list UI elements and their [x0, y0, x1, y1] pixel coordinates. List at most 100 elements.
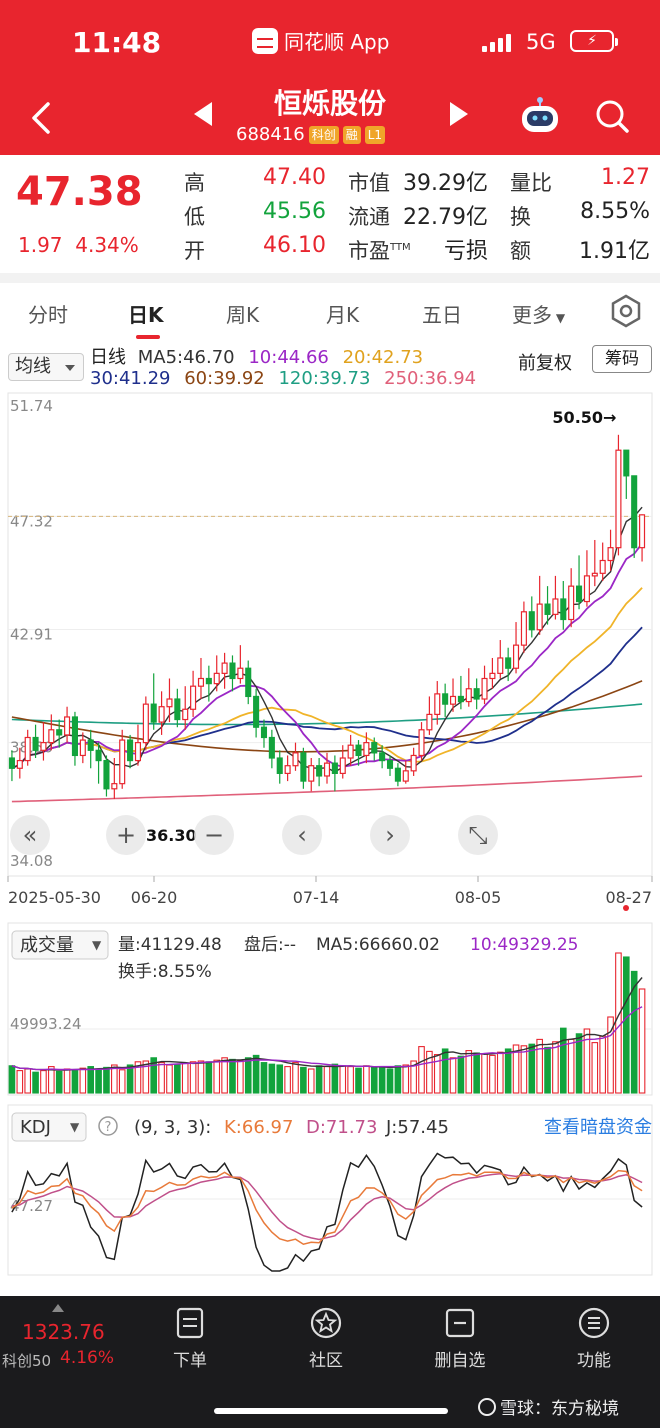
candle-up: [568, 585, 575, 621]
price-change: 1.97 4.34%: [18, 233, 139, 257]
caret-down-icon: ▼: [552, 311, 566, 325]
volume-ma10: 10:49329.25: [470, 935, 578, 955]
tab-more[interactable]: 更多 ▼: [512, 299, 565, 328]
volume-bar-up: [363, 1065, 370, 1094]
volume-bar-down: [559, 1027, 567, 1094]
volume-bar-down: [103, 1066, 110, 1094]
app-root: 11:48 同花顺 App 5G ⚡ 恒烁股份 688416 科创 融 L1 4…: [0, 0, 660, 1428]
chevron-left-icon: [32, 102, 50, 134]
status-app-label: 同花顺 App: [284, 30, 390, 54]
volume-bar-up: [237, 1060, 244, 1094]
volume-bar-up: [189, 1061, 197, 1094]
fullscreen-button-icon: ⤡: [468, 821, 487, 849]
tab-daily-k[interactable]: 日K: [128, 299, 164, 328]
candle-down: [253, 695, 260, 728]
candle-down: [245, 667, 252, 698]
settings-hexagon-icon[interactable]: [608, 293, 644, 329]
tab-five-day[interactable]: 五日: [422, 299, 462, 328]
volume-bar-up: [118, 1069, 126, 1094]
tab-intraday[interactable]: 分时: [28, 299, 68, 328]
candle-up: [308, 765, 315, 782]
dark-pool-link[interactable]: 查看暗盘资金: [544, 1117, 652, 1138]
candle-down: [87, 739, 94, 751]
candle-down: [442, 693, 449, 705]
kdj-params: (9, 3, 3):: [134, 1117, 211, 1138]
scroll-left-button-icon: «: [23, 821, 38, 849]
kdj-j-line: [11, 1152, 643, 1272]
candle-up: [363, 742, 370, 757]
tab-active-indicator: [136, 335, 160, 339]
volume-bar-down: [473, 1052, 480, 1094]
volume-bar-down: [71, 1070, 79, 1094]
zoom-out-button-icon: −: [204, 821, 224, 849]
nav-functions-button[interactable]: 功能: [554, 1306, 634, 1371]
current-date-dot: [623, 905, 629, 911]
candle-down: [205, 677, 212, 685]
volume-turnover: 换手:8.55%: [118, 962, 212, 982]
low-label: 低: [184, 205, 205, 229]
ma10-line: [11, 542, 643, 770]
tab-weekly-k[interactable]: 周K: [226, 299, 259, 328]
volume-bar-down: [252, 1054, 260, 1094]
snowball-logo-icon: [478, 1397, 496, 1416]
candle-down: [457, 695, 464, 703]
candle-up: [552, 598, 559, 615]
robot-assistant-icon[interactable]: [518, 96, 562, 134]
candle-up: [449, 695, 457, 705]
candle-down: [371, 742, 378, 754]
remove-watchlist-icon: [445, 1308, 475, 1338]
volume-bar-up: [339, 1065, 347, 1094]
turnover-value: 8.55%: [580, 199, 650, 224]
back-button[interactable]: [26, 98, 56, 138]
volume-bar-up: [536, 1038, 543, 1094]
nav-remove-watchlist-button[interactable]: 删自选: [420, 1306, 500, 1371]
volume-bar-down: [544, 1046, 551, 1094]
kdj-j: J:57.45: [385, 1117, 449, 1138]
amount-label: 额: [510, 239, 531, 263]
candle-up: [615, 449, 622, 549]
volume-value: 量:41129.48: [118, 935, 222, 955]
stock-code-row: 688416 科创 融 L1: [236, 124, 386, 145]
status-time: 11:48: [72, 26, 162, 59]
candle-up: [284, 765, 291, 775]
volume-bar-up: [449, 1057, 457, 1094]
next-bar-button-icon: ›: [385, 821, 395, 849]
home-indicator: [214, 1408, 448, 1414]
candle-up: [24, 736, 31, 762]
index-up-triangle-icon: [52, 1304, 64, 1312]
stock-code: 688416: [236, 124, 305, 145]
candle-up: [465, 688, 472, 703]
candle-up: [79, 739, 86, 757]
volume-bar-up: [40, 1070, 47, 1094]
prev-stock-button[interactable]: [194, 102, 212, 126]
candle-up: [48, 729, 55, 744]
candle-down: [394, 767, 401, 782]
volume-bar-up: [181, 1062, 189, 1094]
candle-up: [166, 698, 173, 708]
candle-up: [410, 754, 417, 772]
next-stock-button[interactable]: [450, 102, 468, 126]
kline-svg[interactable]: 51.7447.3242.9138.5034.0850.50→36.30« + − ‹…: [0, 341, 660, 1281]
volume-bar-down: [575, 1033, 583, 1094]
candle-up: [237, 667, 244, 680]
pe-label-text: 市盈: [348, 239, 390, 263]
nav-community-button[interactable]: 社区: [286, 1306, 366, 1371]
candle-down: [631, 475, 638, 549]
open-value: 46.10: [263, 233, 326, 258]
kdj-d: D:71.73: [306, 1117, 377, 1138]
candle-up: [339, 757, 346, 775]
index-value[interactable]: 1323.76: [22, 1320, 105, 1344]
tab-monthly-k[interactable]: 月K: [326, 299, 359, 328]
candle-down: [56, 729, 63, 736]
volume-bar-up: [221, 1057, 228, 1094]
search-icon[interactable]: [594, 98, 630, 134]
candle-up: [402, 770, 409, 782]
candle-down: [268, 736, 275, 759]
y-tick-label: 42.91: [10, 626, 53, 644]
candle-down: [260, 726, 268, 739]
candle-up: [221, 662, 228, 674]
nav-order-button[interactable]: 下单: [150, 1306, 230, 1371]
volume-bar-up: [489, 1054, 496, 1094]
candle-up: [591, 572, 598, 577]
watermark-text: 雪球：东方秘境: [500, 1399, 619, 1419]
